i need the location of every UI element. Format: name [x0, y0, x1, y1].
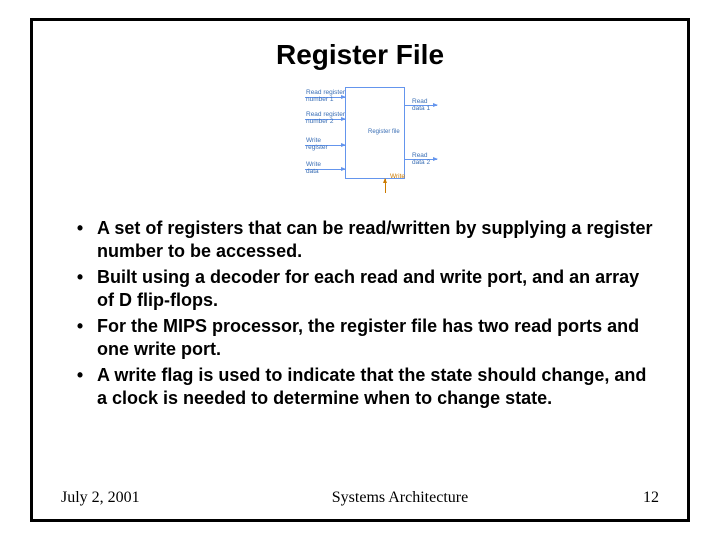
- slide-frame: Register File Read register number 1 Rea…: [30, 18, 690, 522]
- slide-footer: July 2, 2001 Systems Architecture 12: [61, 489, 659, 507]
- write-signal-line: [385, 179, 386, 193]
- bullet-item: • A set of registers that can be read/wr…: [63, 217, 659, 262]
- label-read-data-2: Read data 2: [412, 153, 430, 167]
- slide-title: Register File: [61, 39, 659, 71]
- bullet-text: For the MIPS processor, the register fil…: [97, 315, 659, 360]
- label-write-data: Write data: [306, 162, 321, 176]
- label-read-reg-2: Read register number 2: [306, 112, 345, 126]
- bullet-list: • A set of registers that can be read/wr…: [61, 217, 659, 483]
- footer-date: July 2, 2001: [61, 489, 201, 507]
- bullet-text: A write flag is used to indicate that th…: [97, 364, 659, 409]
- bullet-text: A set of registers that can be read/writ…: [97, 217, 659, 262]
- label-read-reg-1: Read register number 1: [306, 90, 345, 104]
- label-register-file: Register file: [368, 129, 400, 135]
- footer-course: Systems Architecture: [201, 489, 599, 507]
- register-file-diagram: Read register number 1 Read register num…: [250, 87, 470, 197]
- bullet-item: • Built using a decoder for each read an…: [63, 266, 659, 311]
- label-write-signal: Write: [390, 173, 405, 180]
- label-write-reg: Write register: [306, 138, 328, 152]
- footer-page: 12: [599, 489, 659, 507]
- bullet-item: • For the MIPS processor, the register f…: [63, 315, 659, 360]
- bullet-marker-icon: •: [63, 217, 97, 262]
- bullet-item: • A write flag is used to indicate that …: [63, 364, 659, 409]
- bullet-marker-icon: •: [63, 266, 97, 311]
- label-read-data-1: Read data 1: [412, 99, 430, 113]
- bullet-text: Built using a decoder for each read and …: [97, 266, 659, 311]
- bullet-marker-icon: •: [63, 315, 97, 360]
- bullet-marker-icon: •: [63, 364, 97, 409]
